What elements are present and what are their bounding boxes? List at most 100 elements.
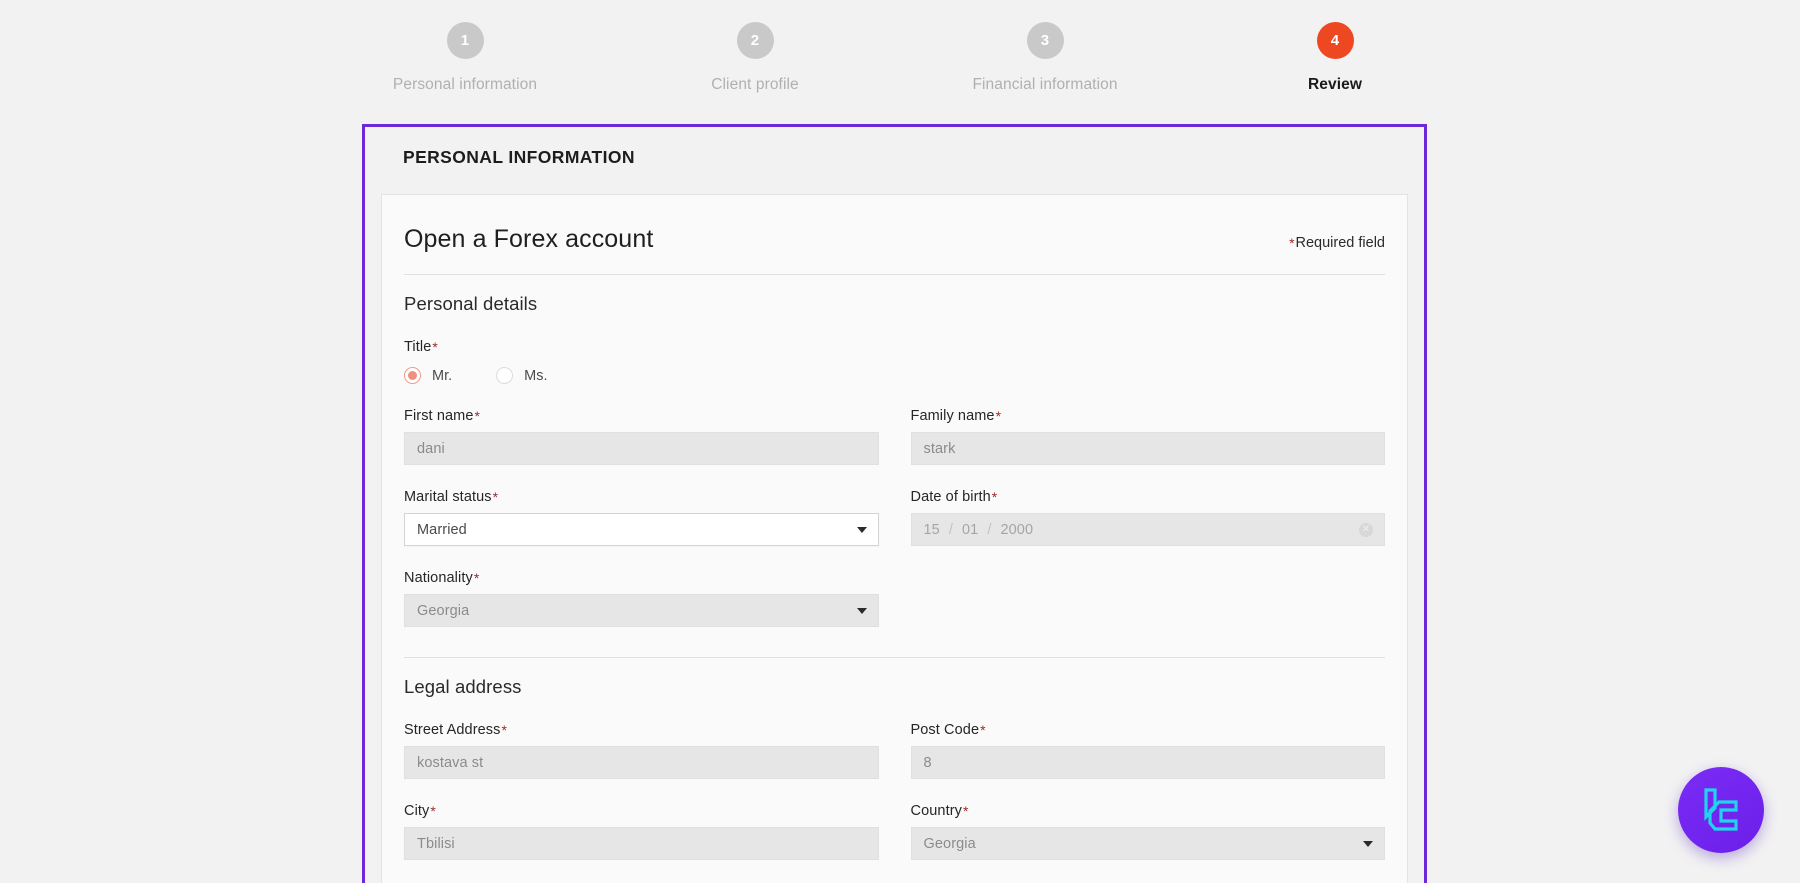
city-country-row: City* Tbilisi Country* Georgia xyxy=(404,803,1385,860)
country-label-text: Country xyxy=(911,803,962,819)
required-asterisk: * xyxy=(963,803,969,819)
first-name-input[interactable]: dani xyxy=(404,432,879,465)
title-row: Title* Mr. Ms. xyxy=(404,339,1385,384)
date-day-value[interactable]: 15 xyxy=(924,522,940,538)
street-address-label: Street Address* xyxy=(404,722,879,738)
required-asterisk: * xyxy=(493,489,499,505)
family-name-label: Family name* xyxy=(911,408,1386,424)
step-label: Personal information xyxy=(393,76,537,94)
step-number-badge: 1 xyxy=(447,22,484,59)
clear-icon[interactable]: ✕ xyxy=(1359,523,1373,537)
section-kicker: PERSONAL INFORMATION xyxy=(365,127,1424,168)
city-value: Tbilisi xyxy=(417,836,455,852)
country-group: Country* Georgia xyxy=(911,803,1386,860)
required-asterisk: * xyxy=(502,722,508,738)
country-select[interactable]: Georgia xyxy=(911,827,1386,860)
post-code-label-text: Post Code xyxy=(911,722,980,738)
street-address-label-text: Street Address xyxy=(404,722,501,738)
city-label-text: City xyxy=(404,803,429,819)
nationality-group: Nationality* Georgia xyxy=(404,570,879,627)
city-label: City* xyxy=(404,803,879,819)
step-number-badge: 4 xyxy=(1317,22,1354,59)
chevron-down-icon[interactable] xyxy=(1363,841,1373,847)
marital-dob-row: Marital status* Married Date of birth* 1… xyxy=(404,489,1385,546)
lc-monogram-icon xyxy=(1695,784,1747,836)
street-address-value: kostava st xyxy=(417,755,483,771)
marital-status-label-text: Marital status xyxy=(404,489,492,505)
family-name-input[interactable]: stark xyxy=(911,432,1386,465)
date-month-value[interactable]: 01 xyxy=(962,522,978,538)
date-parts: 15 / 01 / 2000 xyxy=(924,522,1034,538)
stepper-step-financial-information[interactable]: 3 Financial information xyxy=(900,0,1190,94)
date-of-birth-label: Date of birth* xyxy=(911,489,1386,505)
stepper-step-review[interactable]: 4 Review xyxy=(1190,0,1480,94)
nationality-spacer xyxy=(911,570,1386,627)
street-postcode-row: Street Address* kostava st Post Code* 8 xyxy=(404,722,1385,779)
progress-stepper: 1 Personal information 2 Client profile … xyxy=(0,0,1800,108)
first-name-group: First name* dani xyxy=(404,408,879,465)
post-code-input[interactable]: 8 xyxy=(911,746,1386,779)
date-of-birth-group: Date of birth* 15 / 01 / 2000 ✕ xyxy=(911,489,1386,546)
family-name-group: Family name* stark xyxy=(911,408,1386,465)
card-header: Open a Forex account *Required field xyxy=(404,195,1385,254)
required-asterisk: * xyxy=(474,570,480,586)
step-label: Client profile xyxy=(711,76,799,94)
marital-status-label: Marital status* xyxy=(404,489,879,505)
date-separator: / xyxy=(987,522,991,538)
radio-option-ms[interactable]: Ms. xyxy=(496,367,547,384)
header-divider xyxy=(404,274,1385,275)
radio-label: Mr. xyxy=(432,368,452,384)
family-name-label-text: Family name xyxy=(911,408,995,424)
title-field-label: Title* xyxy=(404,339,884,355)
radio-option-mr[interactable]: Mr. xyxy=(404,367,452,384)
title-label-text: Title xyxy=(404,339,431,355)
required-asterisk: * xyxy=(432,339,438,355)
required-field-label: Required field xyxy=(1296,235,1385,251)
street-address-input[interactable]: kostava st xyxy=(404,746,879,779)
required-asterisk: * xyxy=(430,803,436,819)
stepper-step-client-profile[interactable]: 2 Client profile xyxy=(610,0,900,94)
chevron-down-icon[interactable] xyxy=(857,608,867,614)
date-year-value[interactable]: 2000 xyxy=(1000,522,1033,538)
nationality-select[interactable]: Georgia xyxy=(404,594,879,627)
country-label: Country* xyxy=(911,803,1386,819)
stepper-step-personal-information[interactable]: 1 Personal information xyxy=(320,0,610,94)
step-label: Financial information xyxy=(972,76,1117,94)
marital-status-group: Marital status* Married xyxy=(404,489,879,546)
nationality-row: Nationality* Georgia xyxy=(404,570,1385,627)
date-of-birth-input[interactable]: 15 / 01 / 2000 ✕ xyxy=(911,513,1386,546)
first-name-value: dani xyxy=(417,441,445,457)
step-number-badge: 2 xyxy=(737,22,774,59)
street-address-group: Street Address* kostava st xyxy=(404,722,879,779)
post-code-value: 8 xyxy=(924,755,932,771)
city-group: City* Tbilisi xyxy=(404,803,879,860)
country-value: Georgia xyxy=(924,836,976,852)
required-field-note: *Required field xyxy=(1289,235,1385,251)
post-code-label: Post Code* xyxy=(911,722,1386,738)
title-radio-group: Mr. Ms. xyxy=(404,367,884,384)
first-name-label: First name* xyxy=(404,408,879,424)
radio-unselected-icon[interactable] xyxy=(496,367,513,384)
page-root: 1 Personal information 2 Client profile … xyxy=(0,0,1800,883)
radio-selected-icon[interactable] xyxy=(404,367,421,384)
assistant-launcher-button[interactable] xyxy=(1678,767,1764,853)
marital-status-select[interactable]: Married xyxy=(404,513,879,546)
required-asterisk: * xyxy=(996,408,1002,424)
date-of-birth-label-text: Date of birth xyxy=(911,489,991,505)
nationality-value: Georgia xyxy=(417,603,469,619)
page-title: Open a Forex account xyxy=(404,225,653,254)
date-separator: / xyxy=(949,522,953,538)
step-number-badge: 3 xyxy=(1027,22,1064,59)
required-asterisk: * xyxy=(475,408,481,424)
names-row: First name* dani Family name* stark xyxy=(404,408,1385,465)
radio-label: Ms. xyxy=(524,368,547,384)
step-label: Review xyxy=(1308,76,1362,94)
chevron-down-icon[interactable] xyxy=(857,527,867,533)
personal-information-section: PERSONAL INFORMATION Open a Forex accoun… xyxy=(362,124,1427,883)
nationality-label: Nationality* xyxy=(404,570,879,586)
first-name-label-text: First name xyxy=(404,408,474,424)
legal-address-divider xyxy=(404,657,1385,658)
nationality-label-text: Nationality xyxy=(404,570,473,586)
city-input[interactable]: Tbilisi xyxy=(404,827,879,860)
family-name-value: stark xyxy=(924,441,956,457)
